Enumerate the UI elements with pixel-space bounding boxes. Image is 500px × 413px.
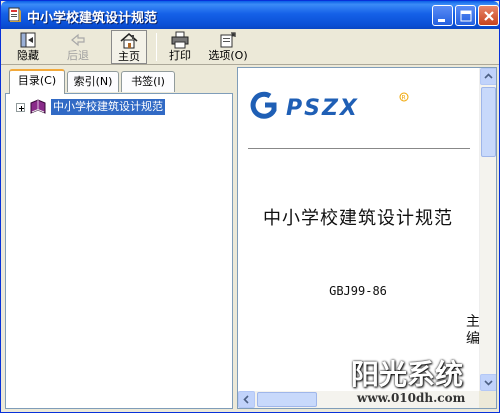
hide-pane-icon — [20, 32, 36, 48]
options-icon — [220, 32, 236, 48]
watermark-text: 阳光系统 — [351, 358, 464, 391]
tab-bookmarks-label: 书签(I) — [131, 75, 165, 88]
options-button[interactable]: 选项(O) — [206, 30, 250, 64]
toolbar-separator — [156, 33, 157, 61]
svg-text:PSZX: PSZX — [286, 96, 359, 121]
plus-icon — [19, 106, 24, 111]
options-label: 选项(O) — [208, 49, 248, 62]
maximize-icon — [460, 10, 472, 22]
document-code: GBJ99-86 — [329, 284, 387, 298]
watermark: 阳光系统 www.010dh.com — [341, 351, 500, 413]
vertical-scroll-thumb[interactable] — [481, 87, 496, 157]
home-icon — [120, 33, 138, 49]
expand-toggle[interactable] — [16, 103, 25, 112]
tree-item-label: 中小学校建筑设计规范 — [51, 99, 165, 115]
horizontal-scroll-thumb[interactable] — [257, 392, 317, 407]
vertical-scrollbar[interactable] — [479, 68, 496, 391]
navigation-pane: 目录(C) 索引(N) 书签(I) 中小学校建筑设计规范 — [5, 67, 233, 409]
home-label: 主页 — [118, 50, 140, 63]
back-arrow-icon — [71, 33, 85, 47]
minimize-icon — [438, 19, 445, 22]
back-button[interactable]: 后退 — [61, 30, 95, 64]
contents-tree[interactable]: 中小学校建筑设计规范 — [5, 93, 233, 409]
scroll-left-button[interactable] — [238, 391, 255, 408]
chevron-left-icon — [243, 395, 249, 404]
gpszx-logo: PSZX R — [250, 91, 409, 121]
tab-index[interactable]: 索引(N) — [67, 71, 119, 92]
svg-text:R: R — [402, 95, 406, 102]
hide-button[interactable]: 隐藏 — [11, 30, 45, 64]
tab-bookmarks[interactable]: 书签(I) — [121, 71, 175, 92]
help-window: 中小学校建筑设计规范 隐藏 后退 主页 打印 选项(O) 目录(C) 索引(N)… — [0, 0, 500, 413]
title-bar[interactable]: 中小学校建筑设计规范 — [1, 1, 499, 29]
tab-contents-label: 目录(C) — [17, 74, 57, 87]
home-button[interactable]: 主页 — [111, 30, 147, 64]
close-icon — [484, 11, 494, 21]
help-book-icon — [8, 7, 21, 22]
minimize-button[interactable] — [432, 5, 453, 26]
watermark-url: www.010dh.com — [357, 391, 466, 405]
print-label: 打印 — [169, 49, 191, 62]
printer-icon — [171, 31, 189, 49]
document-title: 中小学校建筑设计规范 — [263, 208, 453, 229]
close-button[interactable] — [478, 5, 499, 26]
scroll-up-button[interactable] — [480, 68, 496, 85]
editor-text: 主编 — [466, 314, 480, 347]
tab-index-label: 索引(N) — [73, 75, 113, 88]
print-button[interactable]: 打印 — [163, 30, 197, 64]
tab-contents[interactable]: 目录(C) — [9, 69, 65, 94]
hide-label: 隐藏 — [17, 49, 39, 62]
window-title: 中小学校建筑设计规范 — [27, 11, 158, 26]
maximize-button[interactable] — [455, 5, 476, 26]
back-label: 后退 — [67, 49, 89, 62]
book-icon — [30, 99, 46, 114]
chevron-up-icon — [484, 73, 493, 79]
toolbar: 隐藏 后退 主页 打印 选项(O) — [1, 29, 499, 65]
header-divider — [248, 148, 470, 149]
